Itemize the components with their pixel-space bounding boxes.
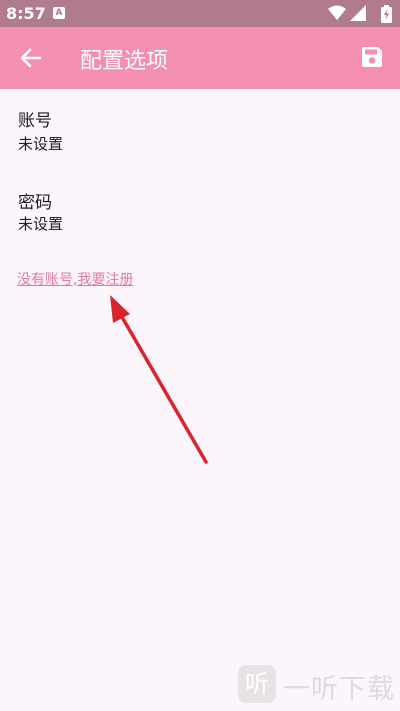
watermark-logo-glyph: 听	[245, 670, 269, 698]
red-arrow-annotation	[110, 295, 208, 464]
watermark: 听 一听下载	[235, 661, 400, 711]
watermark-text: 一听下载	[283, 674, 395, 705]
watermark-logo: 听	[238, 665, 276, 703]
